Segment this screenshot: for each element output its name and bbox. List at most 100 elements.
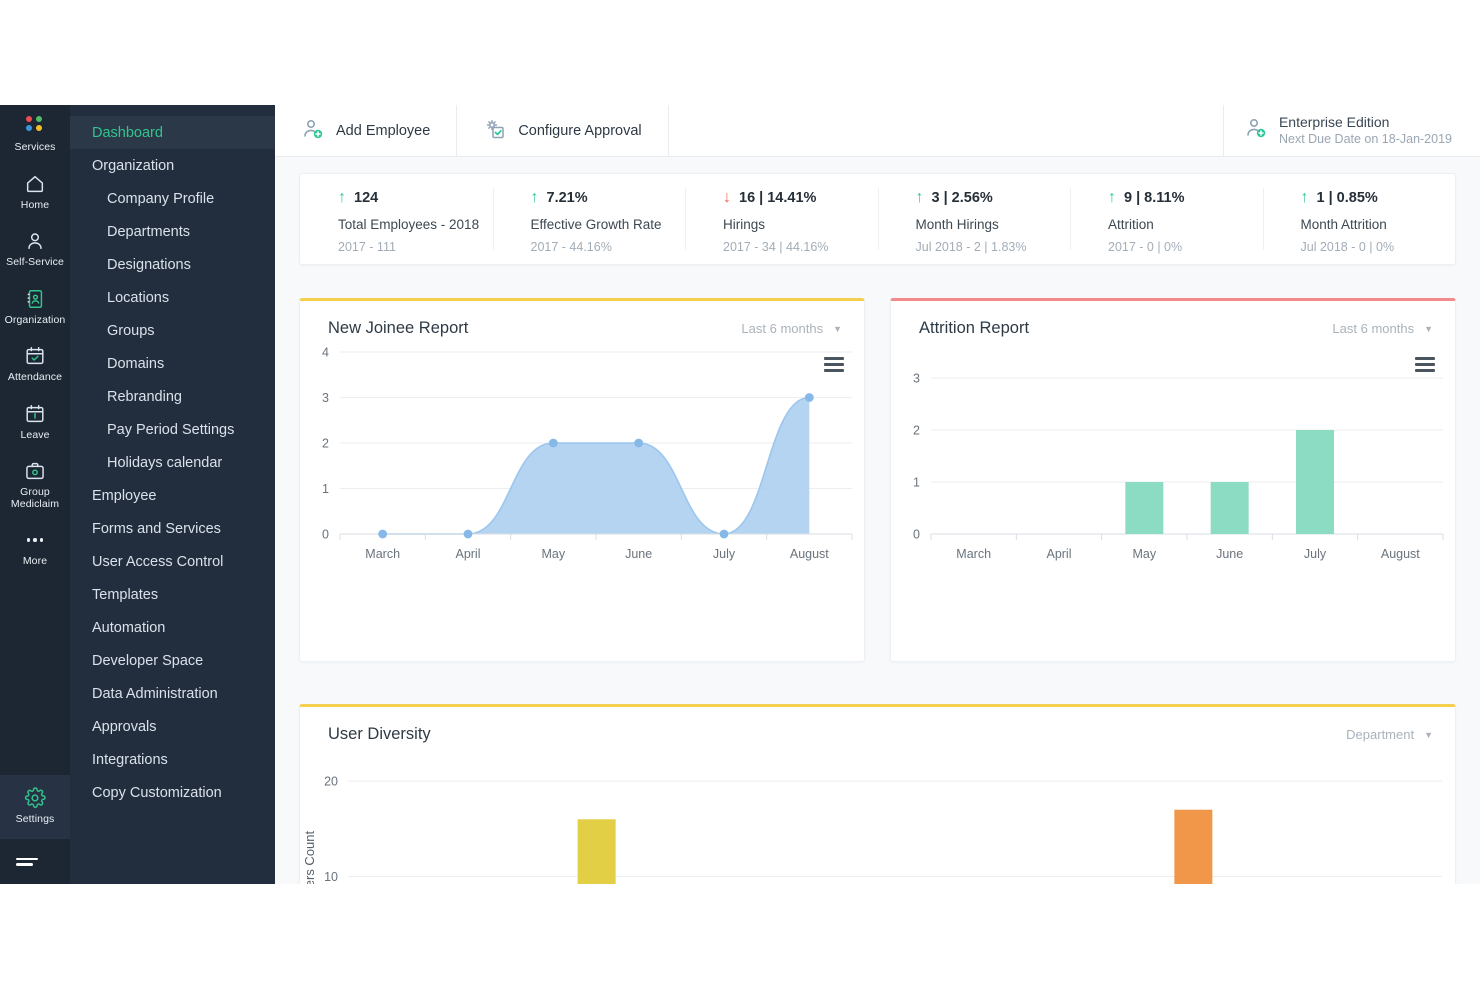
data-point[interactable] (804, 393, 814, 402)
toolbar-spacer (669, 105, 1224, 157)
configure-approval-label: Configure Approval (518, 122, 642, 139)
user-diversity-group-select[interactable]: Department ▼ (1346, 727, 1433, 742)
rail-label-leave: Leave (20, 428, 50, 441)
rail-item-more[interactable]: More (0, 519, 70, 577)
data-point[interactable] (378, 529, 388, 539)
attrition-bar-chart: 0 1 2 3 March April May June July August (913, 372, 1444, 561)
data-point[interactable] (463, 529, 473, 539)
subnav-item-label: Integrations (92, 751, 168, 768)
rail-item-settings[interactable]: Settings (0, 774, 70, 838)
rail-item-organization[interactable]: Organization (0, 278, 70, 336)
subnav-item-groups[interactable]: Groups (70, 314, 275, 347)
top-toolbar: Add Employee Configure Approval Enterpri… (275, 105, 1480, 157)
kpi-title: Attrition (1108, 217, 1154, 232)
x-axis-label: May (542, 547, 566, 561)
rail-label-more: More (22, 555, 48, 567)
user-diversity-panel: User Diversity Department ▼ 10 20 Users Co… (299, 704, 1456, 884)
subnav-item-label: Departments (107, 223, 191, 240)
subnav-item-holidays-calendar[interactable]: Holidays calendar (70, 446, 275, 479)
x-axis-label: March (365, 547, 400, 561)
application-window: Services Home Self-Service Organization … (0, 105, 1480, 884)
kpi-card-attrition[interactable]: ↑ 9 | 8.11% Attrition 2017 - 0 | 0% (1070, 174, 1263, 264)
subnav-item-departments[interactable]: Departments (70, 215, 275, 248)
kpi-card-month-hirings[interactable]: ↑ 3 | 2.56% Month Hirings Jul 2018 - 2 | 1.… (877, 174, 1071, 264)
subnav-item-company-profile[interactable]: Company Profile (70, 182, 275, 215)
subnav-item-forms-and-services[interactable]: Forms and Services (70, 512, 275, 545)
subnav-item-dashboard[interactable]: Dashboard (70, 116, 275, 149)
rail-item-services[interactable]: Services (0, 105, 70, 163)
add-employee-label: Add Employee (336, 122, 431, 139)
kpi-value-row: ↓ 16 | 14.41% (723, 190, 878, 207)
subnav-item-rebranding[interactable]: Rebranding (70, 380, 275, 413)
bar[interactable] (1125, 482, 1164, 534)
rail-item-self-service[interactable]: Self-Service (0, 220, 70, 278)
subnav-item-pay-period-settings[interactable]: Pay Period Settings (70, 413, 275, 446)
attrition-title: Attrition Report (919, 319, 1030, 337)
attrition-menu-button[interactable] (1415, 354, 1435, 375)
subnav-item-label: Data Administration (92, 685, 218, 702)
kpi-card-effective-growth-rate[interactable]: ↑ 7.21% Effective Growth Rate 2017 - 44.16% (492, 174, 686, 264)
attrition-period-value: Last 6 months (1332, 321, 1415, 336)
home-icon (24, 173, 46, 195)
data-point[interactable] (719, 529, 729, 539)
data-point[interactable] (634, 438, 644, 448)
kpi-subtitle: 2017 - 111 (338, 240, 396, 254)
subnav-item-developer-space[interactable]: Developer Space (70, 644, 275, 677)
subnav-item-employee[interactable]: Employee (70, 479, 275, 512)
subnav-item-label: Dashboard (92, 124, 163, 141)
configure-approval-button[interactable]: Configure Approval (457, 105, 669, 157)
kpi-strip: ↑ 124 Total Employees - 2018 2017 - 111 ↑ 7.2… (299, 173, 1456, 265)
x-axis-label: March (956, 547, 991, 561)
subnav-item-locations[interactable]: Locations (70, 281, 275, 314)
bar[interactable] (1210, 482, 1249, 534)
add-employee-icon (301, 117, 325, 145)
edition-title: Enterprise Edition (1278, 114, 1390, 130)
rail-item-group-mediclaim[interactable]: Group Mediclaim (0, 450, 70, 519)
y-axis-tick: 0 (322, 528, 329, 542)
kpi-card-month-attrition[interactable]: ↑ 1 | 0.85% Month Attrition Jul 2018 - 0 | … (1262, 174, 1456, 264)
rail-item-attendance[interactable]: Attendance (0, 335, 70, 393)
trend-up-arrow-icon: ↑ (1300, 189, 1309, 206)
subnav-item-approvals[interactable]: Approvals (70, 710, 275, 743)
subnav-item-organization[interactable]: Organization (70, 149, 275, 182)
subnav-item-label: Forms and Services (92, 520, 221, 537)
chevron-down-icon: ▼ (1424, 729, 1433, 740)
new-joinee-report-panel: New Joinee Report Last 6 months ▼ 0 1 2 3 4 M… (299, 298, 865, 662)
gear-icon (24, 786, 46, 809)
y-axis-tick: 0 (913, 528, 920, 542)
subnav-item-integrations[interactable]: Integrations (70, 743, 275, 776)
x-axis-label: May (1133, 547, 1157, 561)
calendar-leave-icon (24, 403, 46, 425)
bar[interactable] (577, 819, 616, 884)
new-joinee-period-select[interactable]: Last 6 months ▼ (741, 321, 842, 336)
rail-item-home[interactable]: Home (0, 163, 70, 221)
subnav-item-data-administration[interactable]: Data Administration (70, 677, 275, 710)
subnav-item-domains[interactable]: Domains (70, 347, 275, 380)
bar[interactable] (1296, 430, 1334, 534)
ellipsis-icon (24, 529, 46, 551)
subnav-item-templates[interactable]: Templates (70, 578, 275, 611)
user-diversity-header: User Diversity Department ▼ (300, 707, 1455, 744)
subnav-item-copy-customization[interactable]: Copy Customization (70, 776, 275, 809)
subnav-item-label: Locations (107, 289, 170, 306)
kpi-card-total-employees-2018[interactable]: ↑ 124 Total Employees - 2018 2017 - 111 (300, 174, 493, 264)
attrition-header: Attrition Report Last 6 months ▼ (891, 301, 1455, 338)
new-joinee-header: New Joinee Report Last 6 months ▼ (300, 301, 864, 338)
edition-info[interactable]: Enterprise Edition Next Due Date on 18-J… (1224, 114, 1480, 147)
rail-item-leave[interactable]: Leave (0, 393, 70, 451)
subnav-item-automation[interactable]: Automation (70, 611, 275, 644)
user-diversity-group-value: Department (1346, 727, 1415, 742)
main-content: Add Employee Configure Approval Enterpri… (275, 105, 1480, 884)
subnav-item-user-access-control[interactable]: User Access Control (70, 545, 275, 578)
chevron-down-icon: ▼ (1424, 323, 1433, 334)
add-employee-button[interactable]: Add Employee (275, 105, 458, 157)
attrition-period-select[interactable]: Last 6 months ▼ (1332, 321, 1433, 336)
bar[interactable] (1174, 809, 1213, 884)
new-joinee-menu-button[interactable] (824, 354, 844, 375)
kpi-value-row: ↑ 3 | 2.56% (916, 190, 1071, 207)
subnav-item-designations[interactable]: Designations (70, 248, 275, 281)
data-point[interactable] (548, 438, 558, 448)
sidebar-collapse-toggle[interactable] (0, 838, 70, 884)
medical-kit-icon (24, 460, 46, 482)
kpi-card-hirings[interactable]: ↓ 16 | 14.41% Hirings 2017 - 34 | 44.16% (685, 174, 878, 264)
